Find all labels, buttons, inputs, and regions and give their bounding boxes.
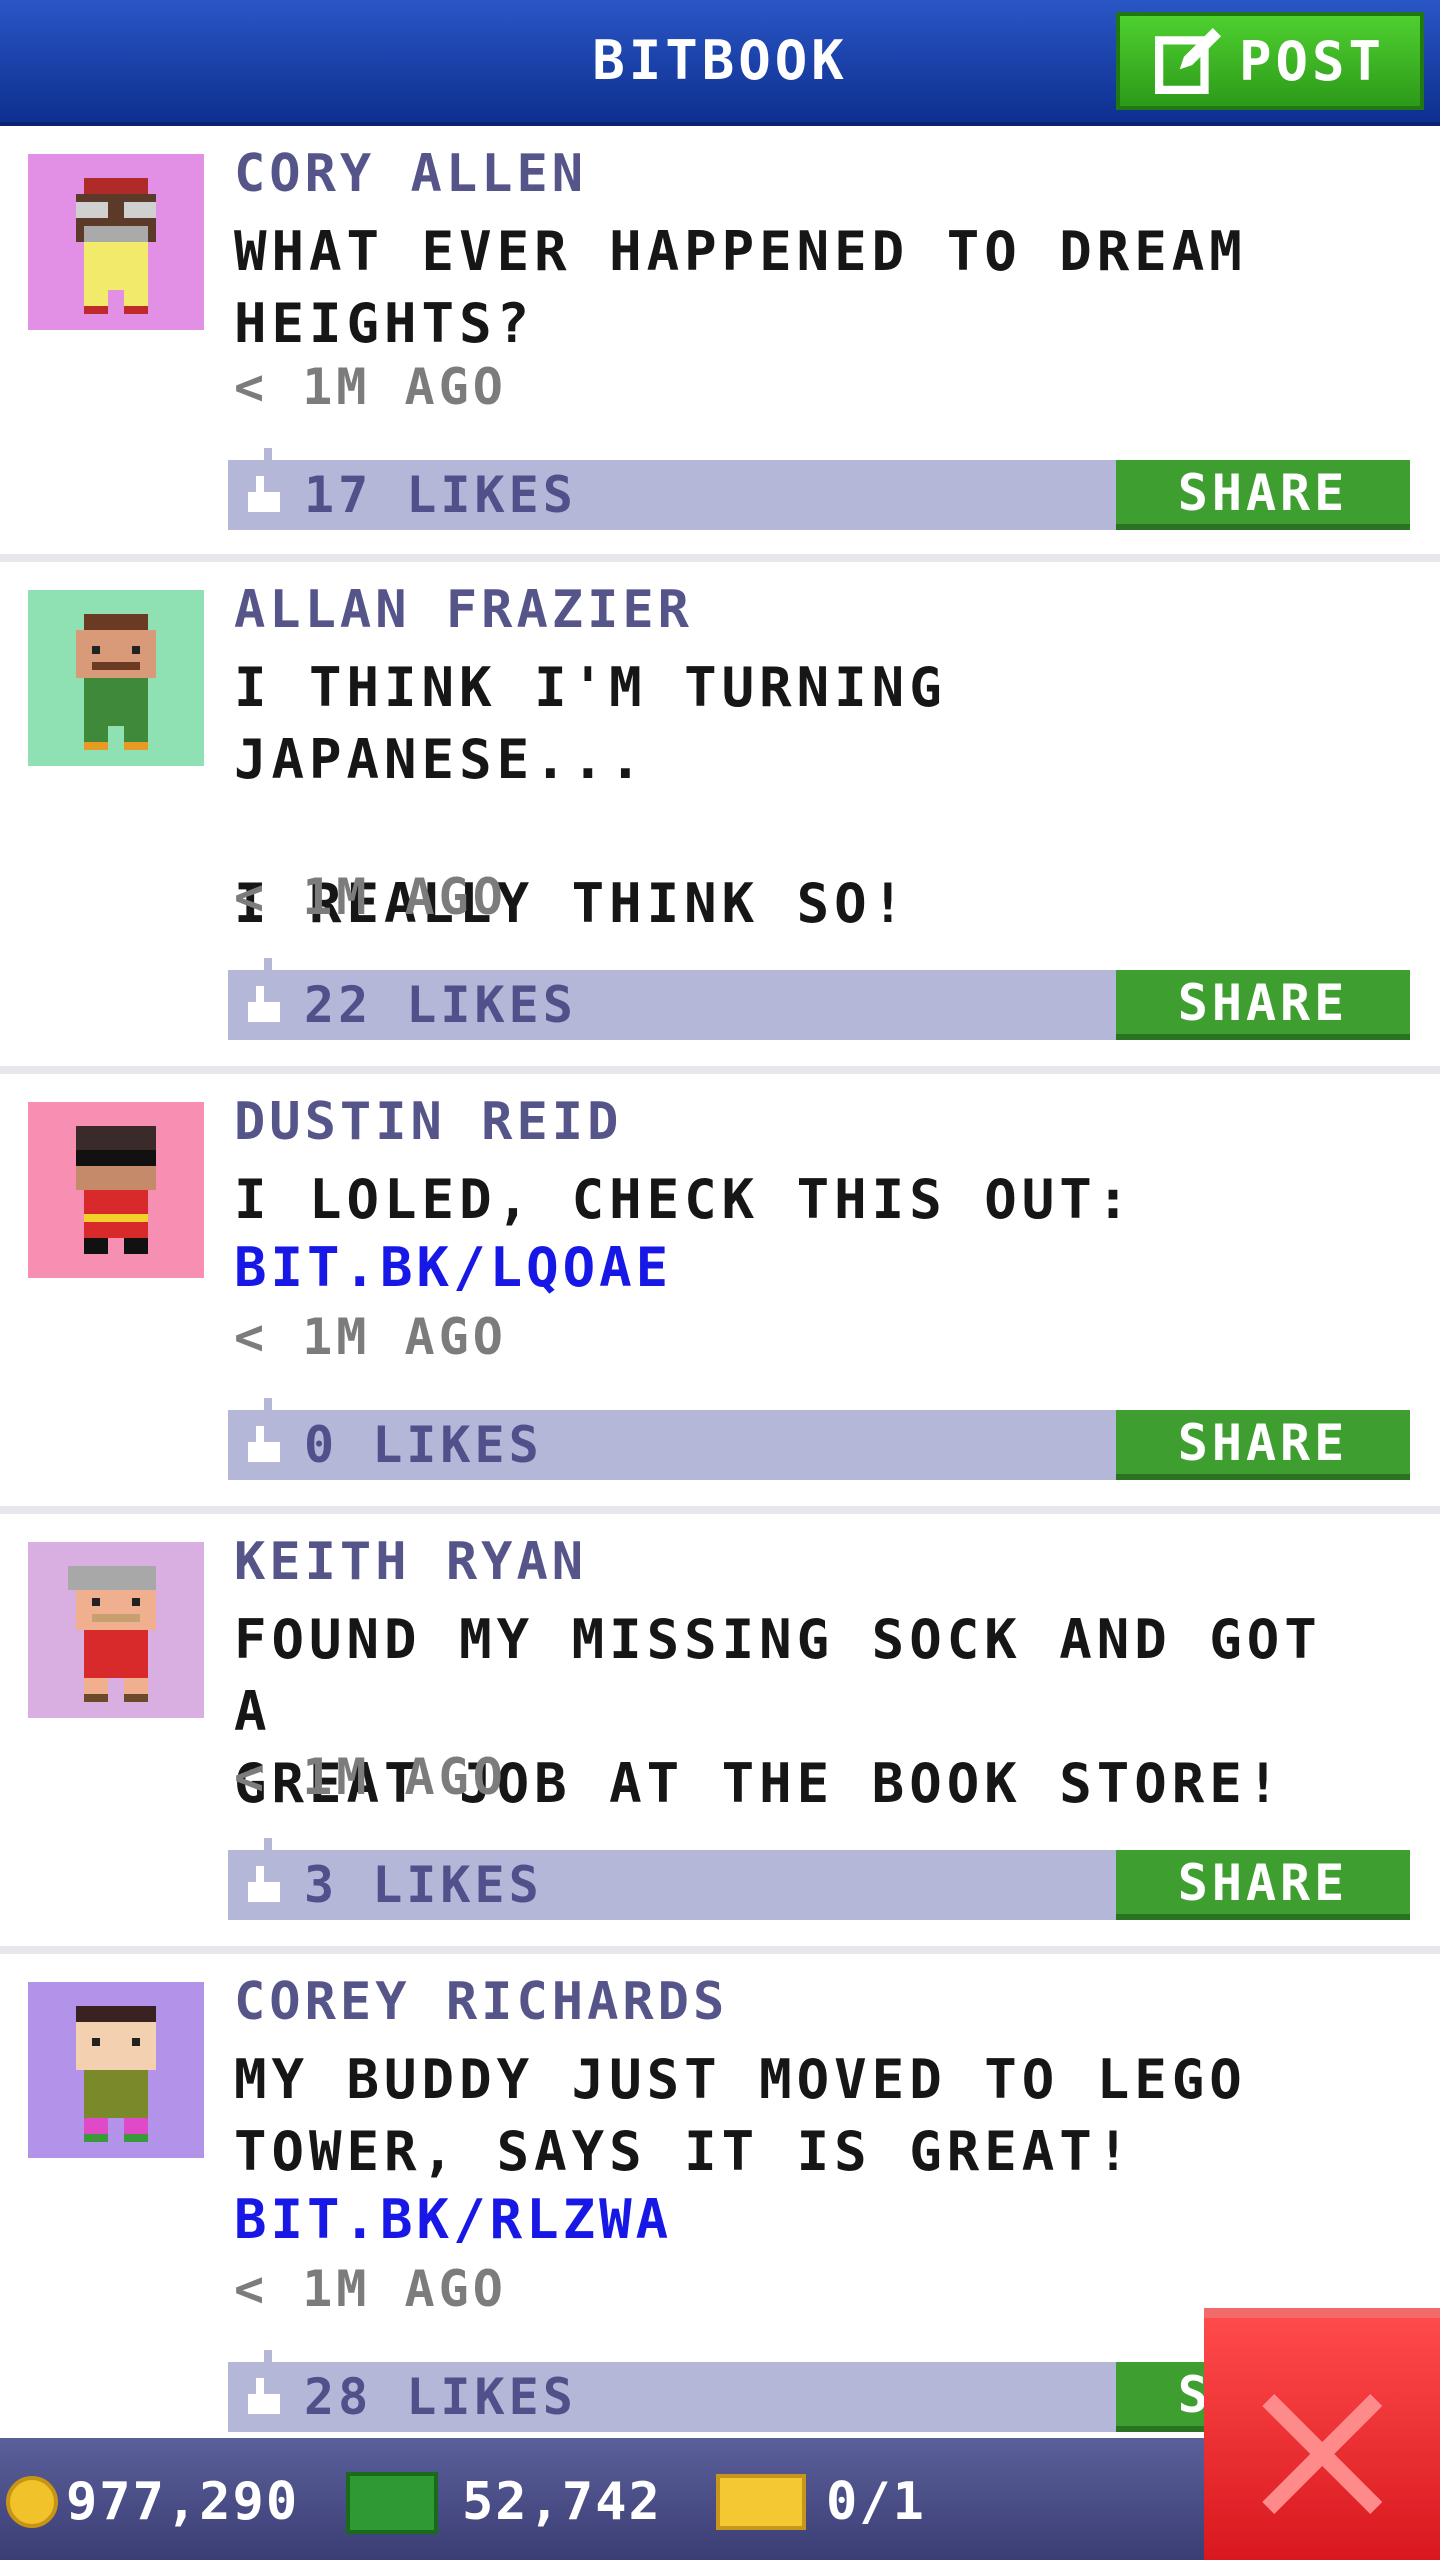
feed-post: ALLAN FRAZIER I THINK I'M TURNING JAPANE… <box>0 562 1440 1074</box>
avatar[interactable] <box>28 154 204 330</box>
feed-post: CORY ALLEN WHAT EVER HAPPENED TO DREAM H… <box>0 126 1440 562</box>
post-message: MY BUDDY JUST MOVED TO LEGO TOWER, SAYS … <box>234 2048 1247 2183</box>
share-button[interactable]: SHARE <box>1116 970 1410 1040</box>
post-time: < 1M AGO <box>234 2260 507 2318</box>
ticket-count: 0/1 <box>826 2472 926 2532</box>
feed-post: DUSTIN REID I LOLED, CHECK THIS OUT: BIT… <box>0 1074 1440 1514</box>
like-bar[interactable]: 17 LIKES SHARE <box>228 448 1410 530</box>
avatar[interactable] <box>28 590 204 766</box>
post-button[interactable]: POST <box>1116 12 1424 110</box>
avatar-image <box>28 590 204 766</box>
share-button[interactable]: SHARE <box>1116 1410 1410 1480</box>
feed-post: KEITH RYAN FOUND MY MISSING SOCK AND GOT… <box>0 1514 1440 1954</box>
like-count: 17 LIKES <box>304 466 577 524</box>
post-link[interactable]: BIT.BK/LQOAE <box>234 1236 672 1299</box>
coin-icon <box>6 2476 58 2528</box>
avatar[interactable] <box>28 1982 204 2158</box>
post-author[interactable]: KEITH RYAN <box>234 1532 587 1592</box>
post-author[interactable]: CORY ALLEN <box>234 144 587 204</box>
avatar[interactable] <box>28 1102 204 1278</box>
like-bar[interactable]: 3 LIKES SHARE <box>228 1838 1410 1920</box>
share-button[interactable]: SHARE <box>1116 1850 1410 1920</box>
post-button-label: POST <box>1238 29 1386 93</box>
like-count: 28 LIKES <box>304 2368 577 2426</box>
avatar-image <box>28 1542 204 1718</box>
compose-icon <box>1154 28 1221 94</box>
cash-icon[interactable] <box>346 2472 438 2534</box>
thumbs-up-icon <box>248 476 280 512</box>
bux-count: 52,742 <box>462 2472 662 2532</box>
ticket-icon[interactable] <box>716 2474 806 2530</box>
like-count: 0 LIKES <box>304 1416 543 1474</box>
like-bar[interactable]: 0 LIKES SHARE <box>228 1398 1410 1480</box>
post-message: WHAT EVER HAPPENED TO DREAM HEIGHTS? <box>234 220 1247 355</box>
post-time: < 1M AGO <box>234 1308 507 1366</box>
top-bar: BITBOOK POST <box>0 0 1440 126</box>
coin-count: 977,290 <box>66 2472 300 2532</box>
avatar[interactable] <box>28 1542 204 1718</box>
thumbs-up-icon <box>248 986 280 1022</box>
like-count: 22 LIKES <box>304 976 577 1034</box>
post-link[interactable]: BIT.BK/RLZWA <box>234 2188 672 2251</box>
avatar-image <box>28 1982 204 2158</box>
close-button[interactable] <box>1204 2308 1440 2560</box>
post-time: < 1M AGO <box>234 358 507 416</box>
thumbs-up-icon <box>248 1866 280 1902</box>
close-icon <box>1262 2394 1382 2514</box>
post-author[interactable]: ALLAN FRAZIER <box>234 580 693 640</box>
like-bar[interactable]: 22 LIKES SHARE <box>228 958 1410 1040</box>
thumbs-up-icon <box>248 2378 280 2414</box>
post-author[interactable]: COREY RICHARDS <box>234 1972 728 2032</box>
post-time: < 1M AGO <box>234 868 507 926</box>
thumbs-up-icon <box>248 1426 280 1462</box>
post-message: I LOLED, CHECK THIS OUT: <box>234 1168 1135 1231</box>
avatar-image <box>28 154 204 330</box>
post-author[interactable]: DUSTIN REID <box>234 1092 622 1152</box>
avatar-image <box>28 1102 204 1278</box>
post-time: < 1M AGO <box>234 1748 507 1806</box>
like-count: 3 LIKES <box>304 1856 543 1914</box>
share-button[interactable]: SHARE <box>1116 460 1410 530</box>
